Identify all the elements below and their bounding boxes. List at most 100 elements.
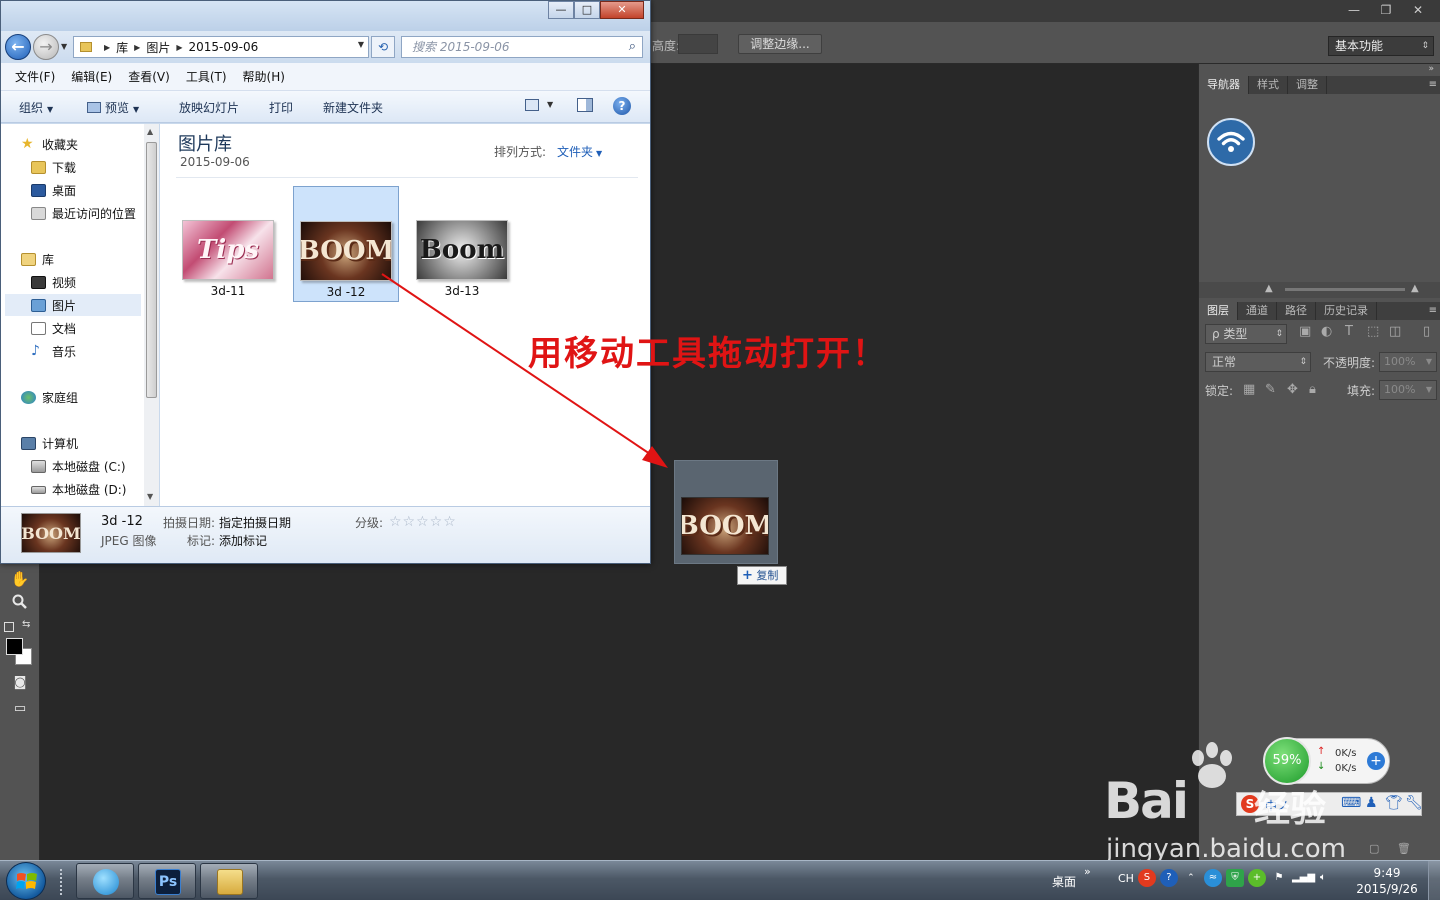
scroll-up-icon[interactable]: ▲ <box>147 127 153 136</box>
keyboard-icon[interactable]: ⌨ <box>1341 795 1361 811</box>
collapse-panels-icon[interactable]: » <box>1428 64 1434 74</box>
taskbar-clock[interactable]: 9:49 2015/9/26 <box>1352 865 1422 897</box>
tab-history[interactable]: 历史记录 <box>1316 302 1377 320</box>
ps-restore-button[interactable]: ❐ <box>1372 1 1400 19</box>
panel-menu-icon[interactable]: ≡ <box>1429 76 1437 94</box>
network-signal-icon[interactable]: ▂▄▆ <box>1292 869 1315 887</box>
address-dropdown-icon[interactable]: ▼ <box>358 40 364 49</box>
breadcrumb-pictures[interactable]: 图片 <box>146 39 170 56</box>
zoom-out-icon[interactable]: ▲ <box>1265 283 1273 294</box>
toolbar-expand-icon[interactable]: » <box>1084 865 1091 878</box>
image-filter-icon[interactable]: ▣ <box>1299 324 1311 339</box>
fill-field[interactable]: 100% ▼ <box>1379 380 1437 400</box>
slideshow-button[interactable]: 放映幻灯片 <box>179 99 239 116</box>
forward-button[interactable]: → <box>33 34 59 60</box>
input-language[interactable]: CH <box>1118 872 1134 885</box>
nav-computer[interactable]: 计算机 <box>21 435 78 452</box>
maximize-button[interactable]: □ <box>574 1 600 19</box>
scroll-down-icon[interactable]: ▼ <box>147 492 153 501</box>
speed-monitor-widget[interactable]: 59% ↑ 0K/s ↓ 0K/s + <box>1263 737 1390 785</box>
nav-pictures[interactable]: 图片 <box>5 294 141 316</box>
breadcrumb-date-folder[interactable]: 2015-09-06 <box>189 40 259 54</box>
help-tray-icon[interactable]: ? <box>1159 869 1178 887</box>
layer-filter-select[interactable]: ρ 类型 ⇕ <box>1205 324 1287 344</box>
close-button[interactable]: ✕ <box>600 1 644 19</box>
navigation-scrollbar[interactable]: ▲ ▼ <box>144 124 159 506</box>
minimize-button[interactable]: — <box>548 1 574 19</box>
nav-desktop[interactable]: 桌面 <box>31 182 76 199</box>
rating-stars[interactable]: ☆☆☆☆☆ <box>389 514 457 530</box>
screen-mode-icon[interactable]: ▭ <box>8 698 32 720</box>
help-icon[interactable]: ? <box>613 97 631 115</box>
show-hidden-icons[interactable]: ⌃ <box>1182 869 1200 887</box>
taskbar-photoshop-button[interactable]: Ps <box>138 863 196 899</box>
type-filter-icon[interactable]: T <box>1345 324 1353 339</box>
desktop-toolbar-label[interactable]: 桌面 <box>1052 873 1076 890</box>
breadcrumb-arrow-icon[interactable]: ▶ <box>104 43 110 52</box>
preview-button[interactable]: 预览 ▼ <box>87 99 139 116</box>
search-icon[interactable]: ⌕ <box>629 37 636 57</box>
recent-pages-dropdown-icon[interactable]: ▼ <box>61 42 67 51</box>
adjustment-filter-icon[interactable]: ◐ <box>1321 324 1332 339</box>
nav-drive-d[interactable]: 本地磁盘 (D:) <box>31 481 126 498</box>
tab-adjustments[interactable]: 调整 <box>1288 76 1327 94</box>
date-taken-value[interactable]: 指定拍摄日期 <box>219 514 291 531</box>
workspace-select[interactable]: 基本功能 ⇕ <box>1328 36 1434 56</box>
security-shield-icon[interactable]: ⛨ <box>1225 869 1244 887</box>
filter-toggle-icon[interactable]: ▯ <box>1423 324 1430 339</box>
lock-image-icon[interactable]: ✎ <box>1265 382 1276 397</box>
blend-mode-select[interactable]: 正常 ⇕ <box>1205 352 1311 372</box>
sogou-tray-icon[interactable]: S <box>1137 869 1156 887</box>
navigator-zoom-slider[interactable] <box>1285 288 1405 291</box>
wrench-icon[interactable]: 🔧︎ <box>1405 795 1423 811</box>
nav-libraries[interactable]: 库 <box>21 251 54 268</box>
hand-tool-icon[interactable]: ✋ <box>8 568 32 590</box>
view-dropdown-icon[interactable]: ▼ <box>547 100 553 109</box>
nav-favorites[interactable]: ★ 收藏夹 <box>21 136 78 153</box>
memory-usage-ball[interactable]: 59% <box>1263 737 1311 785</box>
tab-channels[interactable]: 通道 <box>1238 302 1277 320</box>
organize-button[interactable]: 组织 ▼ <box>19 99 53 116</box>
menu-file[interactable]: 文件(F) <box>15 68 55 85</box>
zoom-tool-icon[interactable] <box>8 594 32 616</box>
menu-tools[interactable]: 工具(T) <box>186 68 227 85</box>
show-desktop-button[interactable] <box>1428 861 1440 900</box>
swap-colors-icon[interactable]: ⇆ <box>22 619 30 630</box>
scrollbar-thumb[interactable] <box>146 142 157 398</box>
nav-music[interactable]: ♪ 音乐 <box>31 343 76 360</box>
preview-pane-icon[interactable] <box>577 98 593 112</box>
user-icon[interactable]: ♟ <box>1365 795 1378 811</box>
volume-icon[interactable]: 🔈︎ <box>1314 869 1332 887</box>
nav-drive-c[interactable]: 本地磁盘 (C:) <box>31 458 126 475</box>
taskbar-browser-button[interactable] <box>76 863 134 899</box>
height-field[interactable] <box>678 34 718 54</box>
wifi-tray-icon[interactable]: ≈ <box>1203 869 1222 887</box>
nav-documents[interactable]: 文档 <box>31 320 76 337</box>
print-button[interactable]: 打印 <box>269 99 293 116</box>
opacity-field[interactable]: 100% ▼ <box>1379 352 1437 372</box>
menu-edit[interactable]: 编辑(E) <box>71 68 112 85</box>
back-button[interactable]: ← <box>5 34 31 60</box>
file-item[interactable]: Tips 3d-11 <box>176 186 282 302</box>
default-colors-icon[interactable] <box>4 622 14 632</box>
search-input[interactable]: 搜索 2015-09-06 ⌕ <box>401 36 643 58</box>
zoom-in-icon[interactable]: ▲ <box>1411 283 1419 294</box>
taskbar-explorer-button[interactable] <box>200 863 258 899</box>
lock-transparent-icon[interactable]: ▦ <box>1243 382 1255 397</box>
menu-view[interactable]: 查看(V) <box>128 68 170 85</box>
nav-recent[interactable]: 最近访问的位置 <box>31 205 136 222</box>
breadcrumb-arrow-icon[interactable]: ▶ <box>176 43 182 52</box>
ps-close-button[interactable]: ✕ <box>1404 1 1432 19</box>
file-item[interactable]: Boom 3d-13 <box>410 186 516 302</box>
explorer-titlebar[interactable]: — □ ✕ <box>1 1 650 31</box>
quick-mask-icon[interactable]: ◙ <box>8 672 32 694</box>
nav-downloads[interactable]: 下载 <box>31 159 76 176</box>
arrange-by-select[interactable]: 文件夹 ▼ <box>557 143 602 160</box>
start-button[interactable] <box>6 862 46 900</box>
skin-shirt-icon[interactable]: 👕︎ <box>1385 795 1403 811</box>
foreground-color-swatch[interactable] <box>6 638 23 655</box>
action-center-flag-icon[interactable]: ⚑ <box>1270 869 1288 887</box>
ps-minimize-button[interactable]: — <box>1340 1 1368 19</box>
tab-layers[interactable]: 图层 <box>1199 302 1238 320</box>
change-view-icon[interactable] <box>525 99 539 111</box>
